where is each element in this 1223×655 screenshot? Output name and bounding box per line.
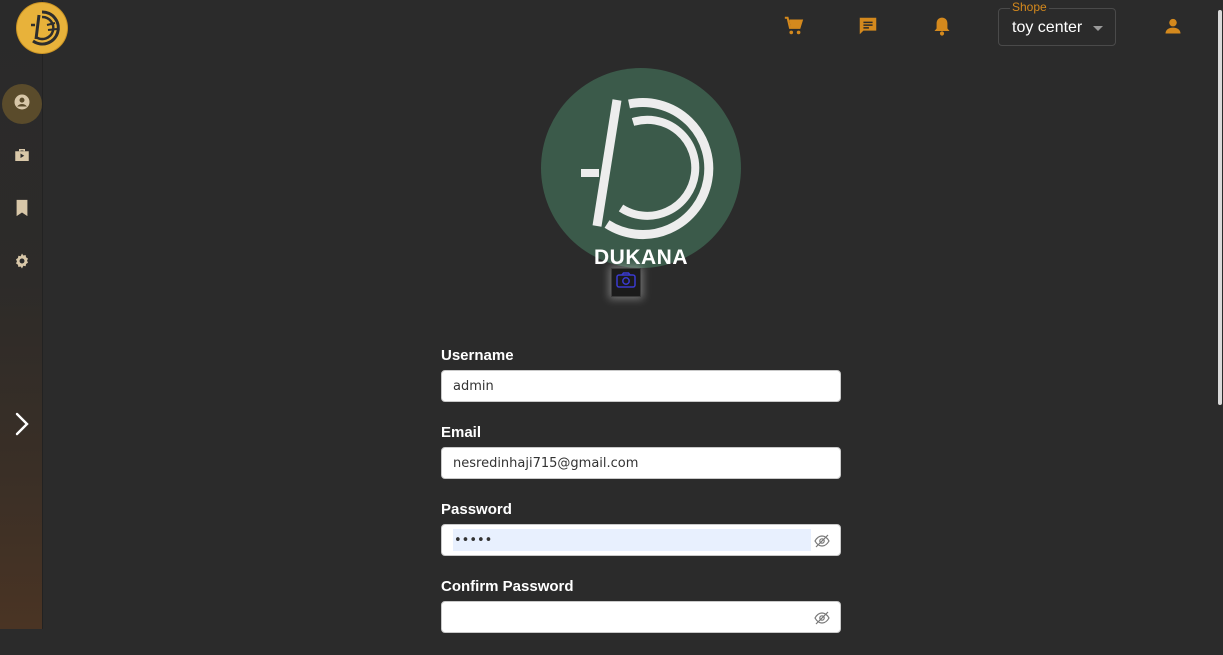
messages-button[interactable] [854,14,882,42]
cart-button[interactable] [780,14,808,42]
sidebar [0,0,43,629]
password-field-wrapper [441,524,841,556]
username-field-wrapper [441,370,841,402]
sidebar-item-saved[interactable] [2,190,42,230]
confirm-password-label: Confirm Password [441,578,574,595]
message-icon [857,15,879,42]
sidebar-item-shop[interactable] [2,137,42,177]
chevron-right-icon [15,412,29,441]
scrollbar-thumb[interactable] [1218,10,1222,405]
change-photo-button[interactable] [611,268,641,297]
chevron-down-icon [1093,26,1103,31]
sidebar-item-profile[interactable] [2,84,42,124]
sidebar-expand-button[interactable] [8,410,36,442]
profile-form: Username Email Password Confirm Password [441,347,841,655]
email-field-wrapper [441,447,841,479]
user-icon [1163,16,1183,41]
shop-select[interactable]: Shope toy center [998,0,1116,46]
shop-select-value: toy center [1012,19,1083,36]
eye-off-icon[interactable] [814,610,830,626]
gear-icon [13,252,31,275]
username-label: Username [441,347,514,364]
email-label: Email [441,424,482,441]
avatar-brand-text: DUKANA [594,246,688,269]
password-label: Password [441,501,512,518]
scrollbar[interactable] [1217,0,1223,629]
dukana-avatar-logo-icon [581,98,714,240]
avatar: DUKANA [541,68,741,269]
shopping-bag-icon [13,146,31,169]
sidebar-item-settings[interactable] [2,243,42,283]
dukana-logo-icon[interactable] [17,3,67,53]
username-field[interactable] [442,371,840,401]
email-field[interactable] [442,448,840,478]
camera-icon [616,272,636,293]
bell-icon [932,15,952,42]
cart-icon [783,15,805,42]
eye-off-icon[interactable] [814,533,830,549]
confirm-password-field[interactable] [442,602,840,632]
confirm-password-field-wrapper [441,601,841,633]
password-field[interactable] [442,525,840,555]
shop-select-label: Shope [1010,0,1049,14]
account-circle-icon [13,93,31,116]
bookmark-icon [14,199,30,222]
account-button[interactable] [1159,14,1187,42]
notifications-button[interactable] [928,14,956,42]
